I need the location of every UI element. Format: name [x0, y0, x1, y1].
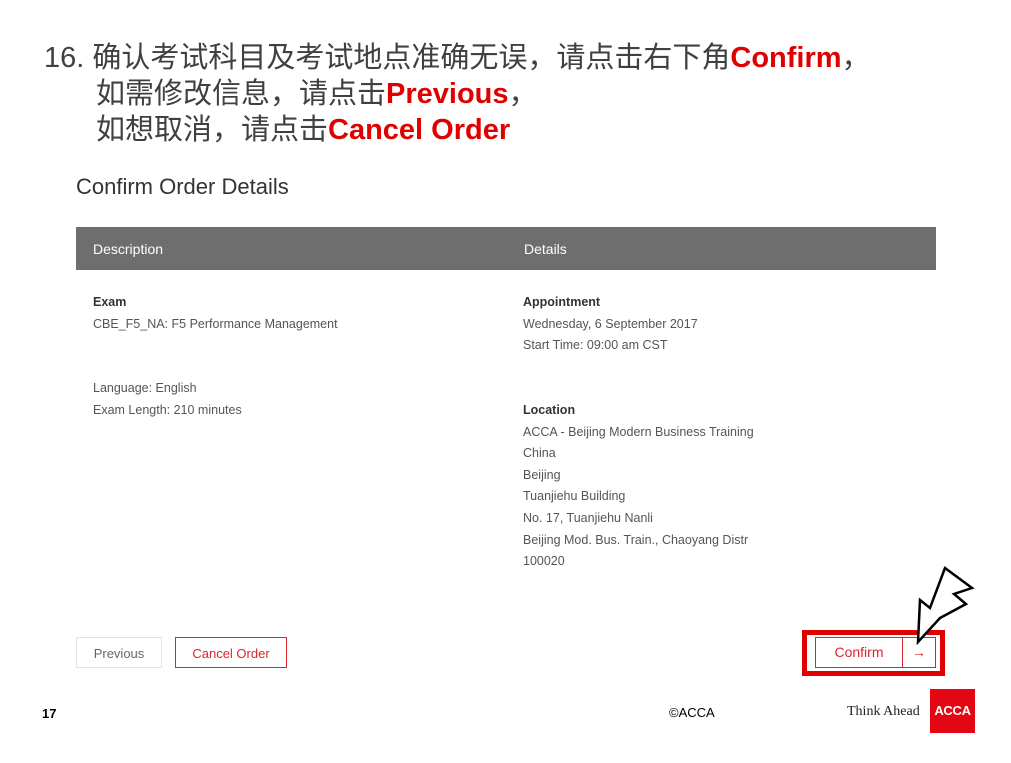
location-line: Tuanjiehu Building	[523, 489, 626, 504]
instruction-text: 16. 确认考试科目及考试地点准确无误，请点击右下角Confirm， 如需修改信…	[44, 40, 871, 148]
instruction-punctuation: ，	[508, 78, 538, 110]
exam-value: CBE_F5_NA: F5 Performance Management	[93, 316, 338, 331]
tagline: Think Ahead	[847, 704, 920, 719]
exam-length-value: Exam Length: 210 minutes	[93, 402, 242, 417]
column-header-details: Details	[524, 241, 567, 257]
previous-button[interactable]: Previous	[76, 637, 162, 668]
location-line: ACCA - Beijing Modern Business Training	[523, 424, 754, 439]
location-line: 100020	[523, 554, 565, 569]
instruction-text-prefix: 16. 确认考试科目及考试地点准确无误，请点击右下角	[44, 42, 731, 74]
cancel-order-button[interactable]: Cancel Order	[175, 637, 287, 668]
appointment-label: Appointment	[523, 295, 601, 309]
appointment-start-time: Start Time: 09:00 am CST	[523, 338, 668, 353]
column-header-description: Description	[93, 241, 164, 257]
description-column: Exam CBE_F5_NA: F5 Performance Managemen…	[93, 292, 338, 422]
table-header: Description Details	[76, 227, 936, 270]
copyright-text: ©ACCA	[669, 705, 715, 720]
instruction-highlight-previous: Previous	[386, 78, 509, 110]
instruction-punctuation: ，	[841, 42, 871, 74]
location-line: China	[523, 446, 556, 461]
instruction-text-prefix: 如需修改信息，请点击	[96, 78, 387, 110]
confirm-button-label: Confirm	[834, 644, 884, 660]
details-column: Appointment Wednesday, 6 September 2017 …	[523, 292, 754, 573]
instruction-line-1: 16. 确认考试科目及考试地点准确无误，请点击右下角Confirm，	[44, 40, 871, 76]
appointment-date: Wednesday, 6 September 2017	[523, 316, 698, 331]
location-label: Location	[523, 402, 576, 417]
language-value: Language: English	[93, 381, 197, 396]
instruction-highlight-confirm: Confirm	[730, 42, 842, 74]
instruction-text-prefix: 如想取消，请点击	[96, 114, 329, 146]
slide-page-number: 17	[42, 706, 57, 721]
acca-logo: ACCA	[930, 689, 975, 733]
pointer-arrow-icon	[916, 566, 975, 645]
location-line: No. 17, Tuanjiehu Nanli	[523, 510, 653, 525]
instruction-line-3: 如想取消，请点击Cancel Order	[44, 112, 871, 148]
instruction-line-2: 如需修改信息，请点击Previous，	[44, 76, 871, 112]
location-line: Beijing	[523, 467, 561, 482]
exam-label: Exam	[93, 295, 127, 309]
location-line: Beijing Mod. Bus. Train., Chaoyang Distr	[523, 532, 749, 547]
instruction-highlight-cancel: Cancel Order	[328, 114, 511, 146]
page-title: Confirm Order Details	[76, 173, 289, 199]
